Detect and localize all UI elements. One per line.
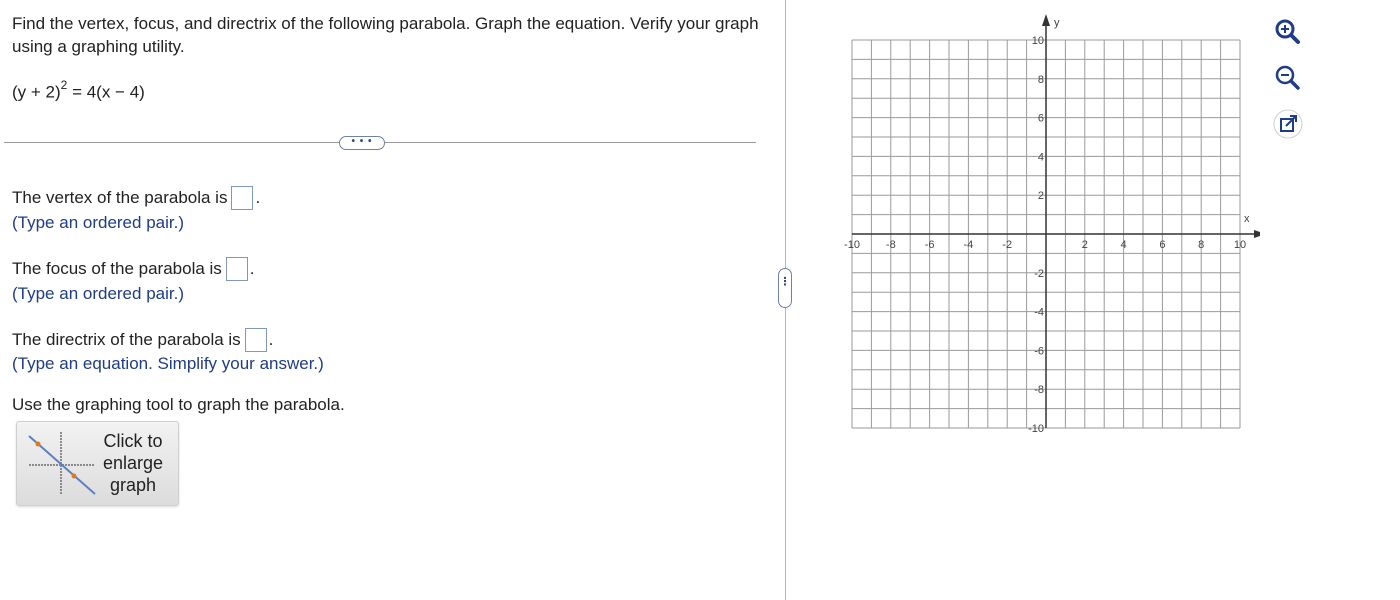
graph-thumbnail-icon [28, 432, 96, 495]
y-tick-label: 4 [1038, 151, 1044, 163]
directrix-period: . [268, 330, 274, 349]
question-pane: Find the vertex, focus, and directrix of… [0, 0, 786, 600]
y-tick-label: -2 [1034, 268, 1044, 280]
equation-base: (y + 2) [12, 82, 61, 102]
enlarge-graph-label: Click to enlarge graph [102, 431, 164, 495]
x-tick-label: -8 [886, 239, 896, 251]
vertex-answer-line: The vertex of the parabola is . [12, 186, 260, 210]
x-tick-label: -6 [925, 239, 935, 251]
x-axis-arrow [1254, 230, 1266, 238]
y-tick-label: 8 [1038, 74, 1044, 86]
focus-answer-line: The focus of the parabola is . [12, 257, 255, 281]
focus-prompt: The focus of the parabola is [12, 259, 222, 278]
zoom-in-button[interactable] [1272, 16, 1304, 48]
parabola-equation: (y + 2)2 = 4(x − 4) [12, 78, 145, 103]
y-axis-label: y [1054, 17, 1060, 29]
x-tick-label: 8 [1198, 239, 1204, 251]
focus-hint: (Type an ordered pair.) [12, 284, 184, 303]
directrix-hint: (Type an equation. Simplify your answer.… [12, 354, 324, 373]
question-text: Find the vertex, focus, and directrix of… [12, 14, 759, 56]
vertex-hint: (Type an ordered pair.) [12, 213, 184, 232]
focus-period: . [249, 259, 255, 278]
y-tick-label: 2 [1038, 190, 1044, 202]
x-tick-label: -4 [964, 239, 974, 251]
y-tick-label: 10 [1032, 35, 1044, 47]
x-tick-label: -10 [844, 239, 860, 251]
equation-exponent: 2 [60, 78, 68, 92]
vertex-input[interactable] [231, 186, 254, 210]
vertex-period: . [255, 188, 261, 207]
y-axis-arrow [1042, 14, 1050, 26]
focus-input[interactable] [225, 257, 248, 281]
graph-svg[interactable]: x y -10 -8 -6 -4 -2 2 4 6 8 10 10 8 6 4 2 -2 -4 -6 -8 -10 [830, 10, 1266, 450]
show-more-button[interactable]: • • • [339, 136, 385, 150]
pop-out-icon [1273, 109, 1303, 139]
directrix-input[interactable] [244, 328, 267, 352]
directrix-answer-line: The directrix of the parabola is . [12, 328, 273, 352]
x-tick-label: 4 [1121, 239, 1127, 251]
zoom-out-button[interactable] [1272, 62, 1304, 94]
vertex-prompt: The vertex of the parabola is [12, 188, 228, 207]
x-tick-label: 6 [1159, 239, 1165, 251]
splitter-handle[interactable]: ⋮ [778, 268, 792, 308]
y-tick-label: -10 [1028, 423, 1044, 435]
zoom-out-icon [1275, 65, 1300, 90]
x-tick-label: 2 [1082, 239, 1088, 251]
directrix-prompt: The directrix of the parabola is [12, 330, 241, 349]
graph-tool-instruction: Use the graphing tool to graph the parab… [12, 395, 345, 414]
equation-rest: = 4(x − 4) [67, 82, 145, 102]
y-tick-label: -4 [1034, 307, 1044, 319]
y-tick-label: -6 [1034, 345, 1044, 357]
enlarge-graph-button[interactable]: Click to enlarge graph [16, 421, 179, 506]
x-tick-label: 10 [1234, 239, 1246, 251]
x-tick-label: -2 [1002, 239, 1012, 251]
pop-out-button[interactable] [1272, 108, 1304, 140]
x-axis-label: x [1244, 213, 1250, 225]
zoom-in-icon [1275, 19, 1300, 44]
y-tick-label: 6 [1038, 113, 1044, 125]
coordinate-graph[interactable]: x y -10 -8 -6 -4 -2 2 4 6 8 10 10 8 6 4 2 -2 -4 -6 -8 -10 [830, 10, 1266, 450]
y-tick-label: -8 [1034, 384, 1044, 396]
